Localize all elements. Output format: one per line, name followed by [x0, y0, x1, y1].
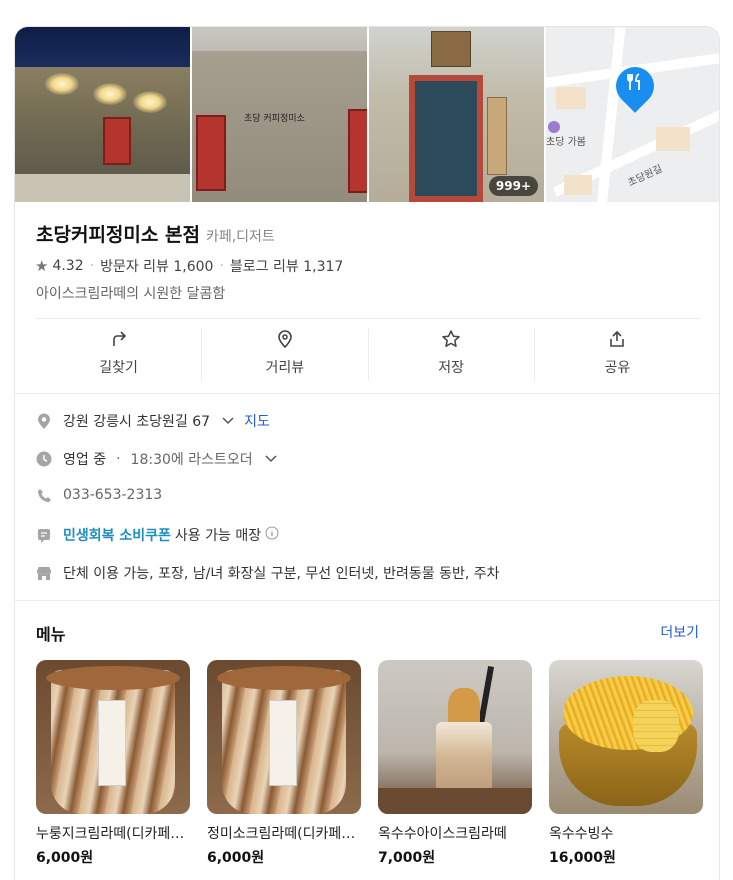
star-icon: ★ — [35, 257, 49, 275]
menu-item-name: 옥수수아이스크림라떼 — [378, 826, 507, 842]
chevron-down-icon[interactable] — [222, 414, 234, 428]
address-text[interactable]: 강원 강릉시 초당원길 67 — [63, 411, 210, 431]
menu-item[interactable]: 옥수수아이스크림라떼 7,000원 — [378, 660, 532, 867]
mini-map[interactable]: 초당 가봄 초당원길 — [546, 27, 719, 202]
location-pin-icon — [35, 413, 53, 430]
menu-item-price: 7,000원 — [378, 850, 436, 866]
store-icon — [35, 566, 53, 581]
street-view-label: 거리뷰 — [265, 360, 305, 376]
divider — [36, 318, 700, 319]
phone-icon — [35, 488, 53, 503]
photo-night-exterior[interactable] — [15, 27, 190, 202]
place-name[interactable]: 초당커피정미소 본점 — [36, 220, 200, 247]
menu-item-image[interactable] — [378, 660, 532, 814]
photo-blue-door[interactable]: 999+ — [369, 27, 544, 202]
street-view-button[interactable]: 거리뷰 — [202, 329, 369, 381]
phone-row: 033-653-2313 — [35, 487, 162, 503]
blog-reviews-link[interactable]: 블로그 리뷰 1,317 — [230, 256, 343, 276]
rating-row: ★ 4.32 · 방문자 리뷰 1,600 · 블로그 리뷰 1,317 — [35, 256, 343, 276]
menu-item-price: 6,000원 — [36, 850, 94, 866]
menu-item[interactable]: 옥수수빙수 16,000원 — [549, 660, 703, 867]
save-label: 저장 — [438, 360, 464, 376]
separator-dot: · — [89, 258, 95, 274]
map-poi-icon — [548, 121, 560, 133]
clock-icon — [35, 451, 53, 467]
separator-dot: · — [219, 258, 224, 274]
divider — [15, 600, 719, 601]
photo-count-badge: 999+ — [488, 176, 538, 196]
menu-list: 누룽지크림라떼(디카페인 가능) 6,000원 정미소크림라떼(디카페인 가능)… — [36, 660, 703, 867]
rating-value: 4.32 — [52, 258, 84, 274]
photo-strip: 초당 커피정미소 999+ 초당 가봄 초당원길 — [15, 27, 719, 202]
phone-number[interactable]: 033-653-2313 — [63, 487, 162, 503]
visitor-reviews-link[interactable]: 방문자 리뷰 1,600 — [100, 256, 213, 276]
directions-label: 길찾기 — [99, 360, 138, 376]
chevron-down-icon[interactable] — [265, 452, 277, 466]
save-button[interactable]: 저장 — [369, 329, 535, 381]
fork-knife-icon — [627, 73, 643, 96]
share-icon — [607, 329, 627, 349]
coupon-row: 민생회복 소비쿠폰 사용 가능 매장 — [35, 525, 279, 545]
menu-item-image[interactable] — [549, 660, 703, 814]
street-view-icon — [275, 329, 295, 349]
place-description: 아이스크림라떼의 시원한 달콤함 — [36, 286, 226, 302]
action-bar: 길찾기 거리뷰 저장 공유 — [36, 329, 700, 381]
menu-more-link[interactable]: 더보기 — [660, 622, 699, 642]
star-outline-icon — [441, 329, 461, 349]
hours-row: 영업 중 · 18:30에 라스트오더 — [35, 449, 277, 469]
coupon-text: 사용 가능 매장 — [174, 528, 262, 544]
coupon-link[interactable]: 민생회복 소비쿠폰 — [63, 525, 171, 545]
directions-button[interactable]: 길찾기 — [36, 329, 203, 381]
info-icon[interactable] — [265, 526, 279, 544]
directions-icon — [109, 329, 129, 349]
wall-sign-text: 초당 커피정미소 — [244, 114, 305, 124]
place-card: 초당 커피정미소 999+ 초당 가봄 초당원길 초당커피정미소 본점 카페,디… — [14, 26, 720, 880]
address-row: 강원 강릉시 초당원길 67 지도 — [35, 411, 270, 431]
last-order-text[interactable]: 18:30에 라스트오더 — [131, 449, 253, 469]
menu-item-name: 정미소크림라떼(디카페인 가능) — [207, 826, 357, 842]
coupon-icon — [35, 528, 53, 543]
open-status: 영업 중 — [63, 452, 107, 468]
amenities-row: 단체 이용 가능, 포장, 남/녀 화장실 구분, 무선 인터넷, 반려동물 동… — [35, 563, 500, 583]
place-category: 카페,디저트 — [205, 229, 275, 245]
menu-section-title: 메뉴 — [36, 625, 66, 644]
title-row: 초당커피정미소 본점 카페,디저트 — [36, 220, 275, 247]
amenities-text: 단체 이용 가능, 포장, 남/녀 화장실 구분, 무선 인터넷, 반려동물 동… — [63, 566, 500, 582]
menu-item-image[interactable] — [36, 660, 190, 814]
menu-item-price: 6,000원 — [207, 850, 265, 866]
share-label: 공유 — [604, 360, 631, 376]
map-label-gabom: 초당 가봄 — [546, 137, 586, 148]
menu-item[interactable]: 정미소크림라떼(디카페인 가능) 6,000원 — [207, 660, 361, 867]
menu-item-image[interactable] — [207, 660, 361, 814]
menu-item-name: 누룽지크림라떼(디카페인 가능) — [36, 826, 186, 842]
photo-wall-sign[interactable]: 초당 커피정미소 — [192, 27, 367, 202]
share-button[interactable]: 공유 — [535, 329, 700, 381]
separator-dot: · — [116, 451, 121, 467]
map-link[interactable]: 지도 — [244, 411, 270, 431]
divider — [15, 393, 719, 394]
menu-item-name: 옥수수빙수 — [549, 826, 614, 842]
menu-item-price: 16,000원 — [549, 850, 616, 866]
menu-item[interactable]: 누룽지크림라떼(디카페인 가능) 6,000원 — [36, 660, 190, 867]
